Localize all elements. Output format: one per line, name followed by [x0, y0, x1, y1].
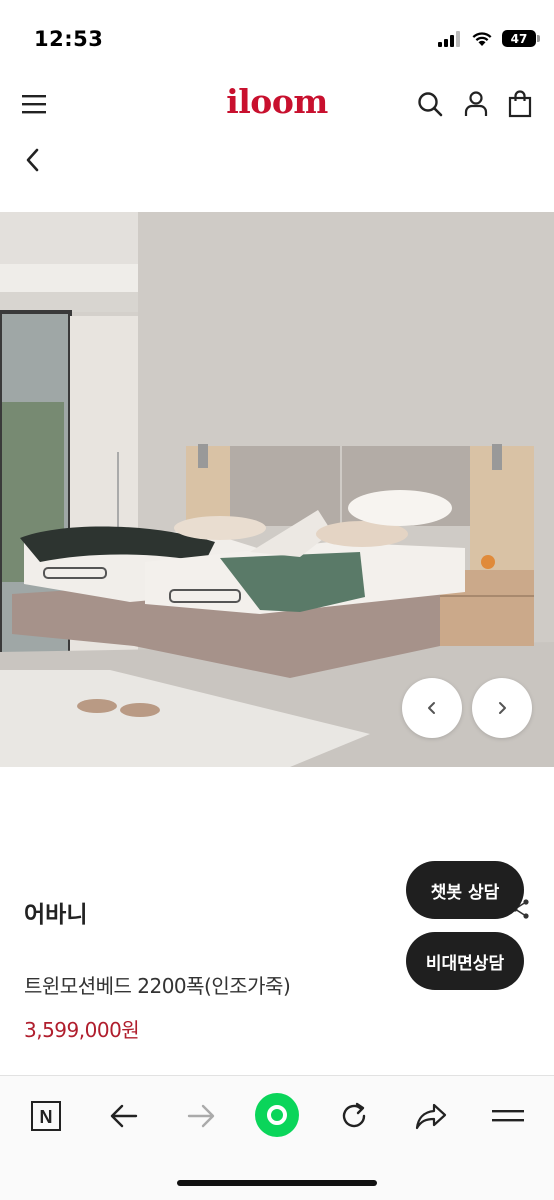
- shopping-bag-icon[interactable]: [504, 88, 536, 120]
- forward-arrow-icon[interactable]: [181, 1096, 221, 1136]
- chatbot-consult-button[interactable]: 챗봇 상담: [406, 861, 524, 919]
- chevron-left-icon: [428, 702, 435, 714]
- naver-n-icon[interactable]: N: [26, 1096, 66, 1136]
- status-icons: 47: [438, 30, 540, 47]
- status-bar: 12:53 47: [0, 0, 554, 70]
- product-price: 3,599,000원: [24, 1018, 140, 1042]
- back-button[interactable]: [18, 144, 46, 176]
- reload-icon[interactable]: [334, 1096, 374, 1136]
- chevron-left-icon: [26, 148, 39, 172]
- user-icon[interactable]: [460, 88, 492, 120]
- menu-lines-icon[interactable]: [488, 1096, 528, 1136]
- status-time: 12:53: [34, 27, 104, 51]
- motion-bed-bedroom-photo: [0, 212, 554, 767]
- green-circle-home-icon[interactable]: [254, 1092, 300, 1138]
- site-header: iloom: [0, 80, 554, 130]
- battery-indicator: 47: [502, 30, 540, 47]
- search-icon[interactable]: [414, 88, 446, 120]
- carousel-prev-button[interactable]: [402, 678, 462, 738]
- share-arrow-icon[interactable]: [411, 1096, 451, 1136]
- signal-icon: [438, 30, 460, 47]
- product-name: 트윈모션베드 2200폭(인조가죽): [24, 974, 291, 998]
- chevron-right-icon: [499, 702, 506, 714]
- product-brand: 어바니: [24, 902, 88, 928]
- back-arrow-icon[interactable]: [104, 1096, 144, 1136]
- product-image-carousel[interactable]: [0, 212, 554, 767]
- svg-text:N: N: [40, 1107, 53, 1127]
- remote-consult-button[interactable]: 비대면상담: [406, 932, 524, 990]
- home-indicator: [177, 1180, 377, 1186]
- wifi-icon: [472, 31, 492, 46]
- carousel-next-button[interactable]: [472, 678, 532, 738]
